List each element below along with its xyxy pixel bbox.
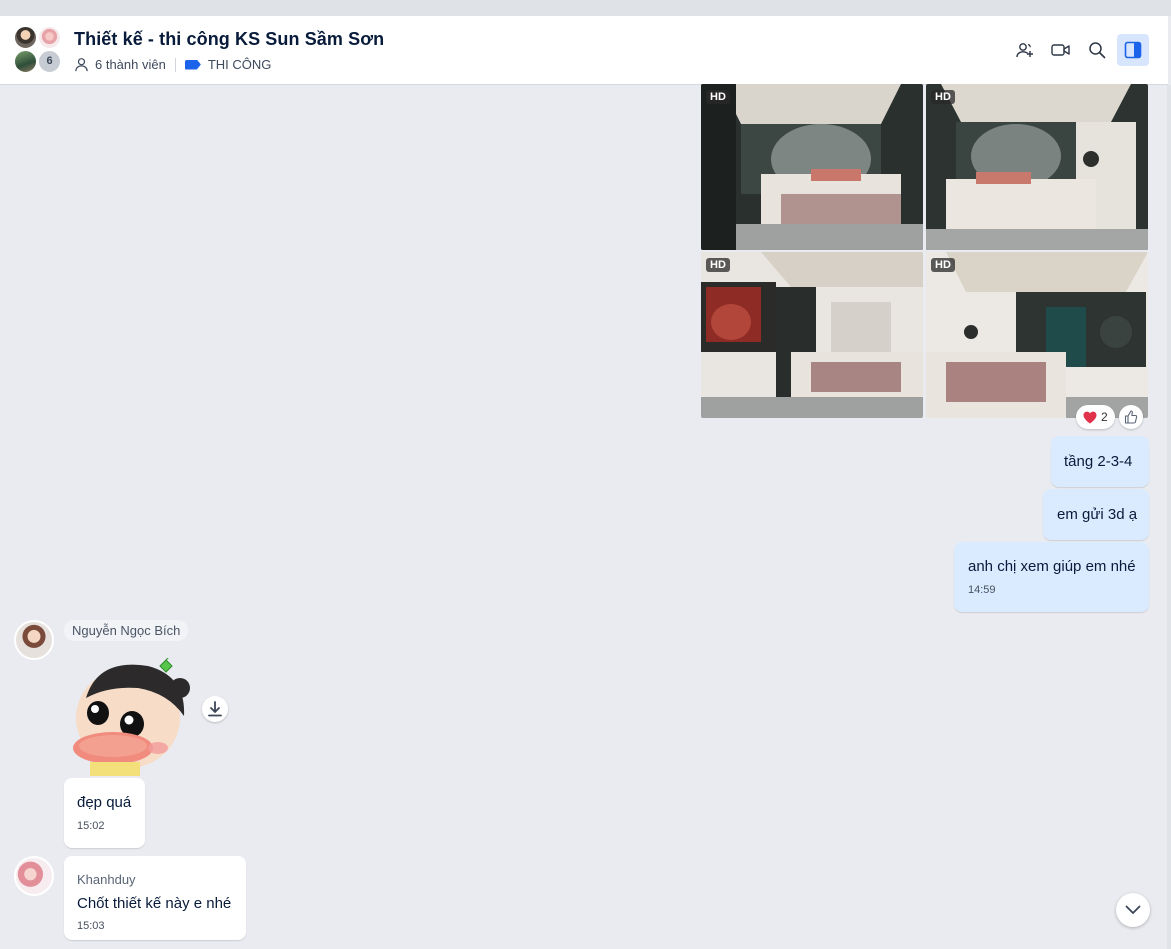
- like-reaction-button[interactable]: [1118, 405, 1143, 429]
- message-time: 14:59: [968, 584, 996, 596]
- album-photo[interactable]: HD: [926, 252, 1148, 418]
- hd-badge: HD: [931, 258, 955, 272]
- add-member-icon: [1016, 43, 1033, 58]
- hd-badge: HD: [706, 90, 730, 104]
- album-photo[interactable]: HD: [701, 252, 923, 418]
- heart-icon: [1083, 411, 1097, 423]
- message-bubble-mine[interactable]: tầng 2-3-4: [1051, 436, 1149, 487]
- message-text: em gửi 3d ạ: [1057, 506, 1138, 523]
- scroll-to-bottom-button[interactable]: [1116, 893, 1150, 927]
- tag-icon: [184, 59, 201, 70]
- reaction-bar: 2: [1076, 405, 1143, 429]
- group-meta: 6 thành viên THI CÔNG: [74, 57, 271, 72]
- sidebar-toggle-button[interactable]: [1117, 34, 1149, 66]
- video-call-icon: [1051, 44, 1070, 56]
- message-text: tầng 2-3-4: [1064, 453, 1133, 470]
- member-avatar: [13, 25, 38, 50]
- chevron-down-icon: [1125, 905, 1141, 914]
- message-bubble-theirs[interactable]: đẹp quá 15:02: [64, 778, 145, 848]
- search-button[interactable]: [1081, 34, 1113, 66]
- message-bubble-mine[interactable]: anh chị xem giúp em nhé 14:59: [954, 542, 1149, 612]
- heart-reaction[interactable]: 2: [1076, 405, 1115, 429]
- hd-badge: HD: [931, 90, 955, 104]
- header-actions: [1009, 34, 1149, 66]
- window-top-strip: [0, 0, 1171, 16]
- sender-name: Khanhduy: [77, 872, 136, 887]
- album-photo[interactable]: HD: [701, 84, 923, 250]
- chat-header: 6 Thiết kế - thi công KS Sun Sầm Sơn 6 t…: [0, 16, 1168, 85]
- message-text: anh chị xem giúp em nhé: [968, 558, 1136, 575]
- hd-badge: HD: [706, 258, 730, 272]
- sidebar-toggle-icon: [1124, 41, 1142, 59]
- image-album: HD HD HD HD: [701, 84, 1148, 420]
- scrollbar-track[interactable]: [1167, 85, 1171, 949]
- member-count[interactable]: 6 thành viên: [95, 57, 166, 72]
- member-overflow-count: 6: [37, 49, 62, 74]
- download-button[interactable]: [202, 696, 228, 722]
- divider: [174, 57, 176, 72]
- download-icon: [208, 701, 222, 717]
- message-text: Chốt thiết kế này e nhé: [77, 895, 232, 912]
- message-text: đẹp quá: [77, 794, 132, 811]
- sticker[interactable]: [68, 655, 196, 776]
- add-member-button[interactable]: [1009, 34, 1041, 66]
- heart-count: 2: [1101, 410, 1108, 424]
- message-time: 15:03: [77, 920, 105, 932]
- member-avatar: [37, 25, 62, 50]
- thumbs-up-icon: [1124, 410, 1137, 424]
- group-title[interactable]: Thiết kế - thi công KS Sun Sầm Sơn: [74, 29, 384, 50]
- sender-name: Nguyễn Ngọc Bích: [64, 620, 189, 641]
- avatar[interactable]: [14, 620, 54, 660]
- label-tag[interactable]: THI CÔNG: [208, 57, 272, 72]
- album-photo[interactable]: HD: [926, 84, 1148, 250]
- member-avatar: [13, 49, 38, 74]
- message-bubble-theirs[interactable]: Khanhduy Chốt thiết kế này e nhé 15:03: [64, 856, 246, 940]
- avatar[interactable]: [14, 856, 54, 896]
- video-call-button[interactable]: [1045, 34, 1077, 66]
- member-icon: [74, 57, 89, 72]
- group-avatar[interactable]: 6: [13, 25, 65, 75]
- message-time: 15:02: [77, 820, 105, 832]
- search-icon: [1089, 42, 1106, 59]
- message-bubble-mine[interactable]: em gửi 3d ạ: [1043, 489, 1149, 540]
